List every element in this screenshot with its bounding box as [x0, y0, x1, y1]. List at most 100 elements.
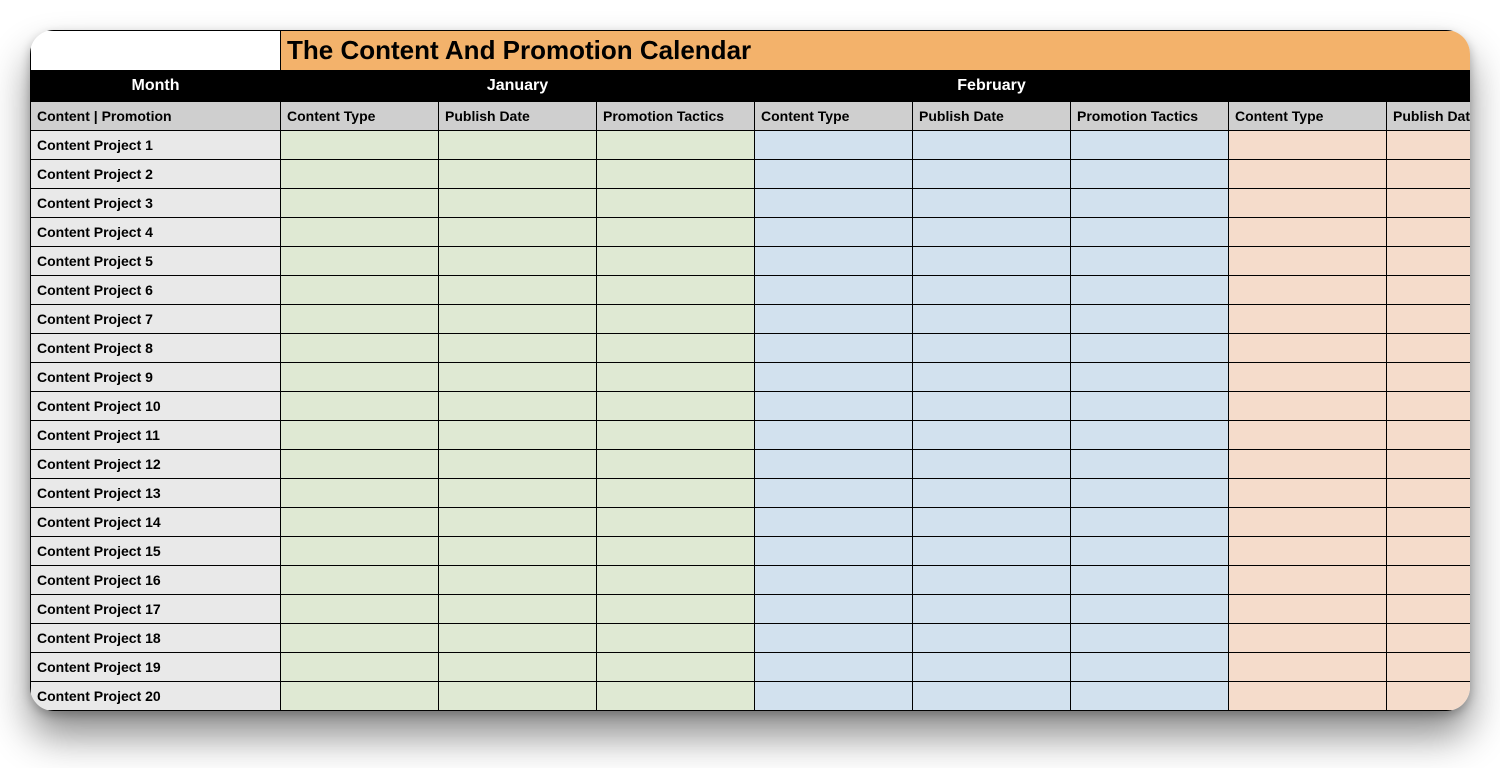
data-cell[interactable]: [597, 276, 755, 305]
data-cell[interactable]: [1229, 479, 1387, 508]
data-cell[interactable]: [281, 537, 439, 566]
data-cell[interactable]: [1229, 334, 1387, 363]
data-cell[interactable]: [913, 653, 1071, 682]
project-label[interactable]: Content Project 18: [31, 624, 281, 653]
data-cell[interactable]: [281, 363, 439, 392]
data-cell[interactable]: [1229, 305, 1387, 334]
data-cell[interactable]: [755, 508, 913, 537]
data-cell[interactable]: [1229, 566, 1387, 595]
project-label[interactable]: Content Project 20: [31, 682, 281, 711]
project-label[interactable]: Content Project 1: [31, 131, 281, 160]
data-cell[interactable]: [1229, 537, 1387, 566]
month-header-label[interactable]: Month: [31, 71, 281, 102]
data-cell[interactable]: [281, 479, 439, 508]
data-cell[interactable]: [1387, 479, 1471, 508]
data-cell[interactable]: [1071, 276, 1229, 305]
data-cell[interactable]: [439, 131, 597, 160]
data-cell[interactable]: [597, 334, 755, 363]
data-cell[interactable]: [1229, 160, 1387, 189]
subcol-m0-1[interactable]: Publish Date: [439, 102, 597, 131]
data-cell[interactable]: [439, 421, 597, 450]
project-label[interactable]: Content Project 15: [31, 537, 281, 566]
data-cell[interactable]: [1387, 160, 1471, 189]
data-cell[interactable]: [1387, 247, 1471, 276]
data-cell[interactable]: [439, 479, 597, 508]
data-cell[interactable]: [1387, 363, 1471, 392]
data-cell[interactable]: [281, 218, 439, 247]
data-cell[interactable]: [1071, 305, 1229, 334]
data-cell[interactable]: [913, 218, 1071, 247]
data-cell[interactable]: [1229, 682, 1387, 711]
data-cell[interactable]: [1071, 392, 1229, 421]
data-cell[interactable]: [913, 450, 1071, 479]
subcol-m0-2[interactable]: Promotion Tactics: [597, 102, 755, 131]
data-cell[interactable]: [439, 189, 597, 218]
project-label[interactable]: Content Project 11: [31, 421, 281, 450]
data-cell[interactable]: [597, 682, 755, 711]
data-cell[interactable]: [1071, 189, 1229, 218]
data-cell[interactable]: [913, 363, 1071, 392]
data-cell[interactable]: [281, 247, 439, 276]
data-cell[interactable]: [1071, 566, 1229, 595]
data-cell[interactable]: [1387, 334, 1471, 363]
title-blank-cell[interactable]: [31, 31, 281, 71]
data-cell[interactable]: [755, 595, 913, 624]
data-cell[interactable]: [1387, 450, 1471, 479]
project-label[interactable]: Content Project 19: [31, 653, 281, 682]
data-cell[interactable]: [1071, 131, 1229, 160]
data-cell[interactable]: [755, 653, 913, 682]
data-cell[interactable]: [913, 131, 1071, 160]
data-cell[interactable]: [439, 624, 597, 653]
data-cell[interactable]: [1229, 508, 1387, 537]
data-cell[interactable]: [281, 653, 439, 682]
data-cell[interactable]: [439, 392, 597, 421]
data-cell[interactable]: [439, 595, 597, 624]
data-cell[interactable]: [755, 160, 913, 189]
data-cell[interactable]: [281, 421, 439, 450]
data-cell[interactable]: [755, 682, 913, 711]
data-cell[interactable]: [755, 479, 913, 508]
data-cell[interactable]: [1387, 653, 1471, 682]
data-cell[interactable]: [913, 276, 1071, 305]
data-cell[interactable]: [913, 566, 1071, 595]
data-cell[interactable]: [1229, 363, 1387, 392]
data-cell[interactable]: [1071, 479, 1229, 508]
data-cell[interactable]: [597, 247, 755, 276]
data-cell[interactable]: [597, 537, 755, 566]
subcol-m0-0[interactable]: Content Type: [281, 102, 439, 131]
data-cell[interactable]: [1229, 276, 1387, 305]
data-cell[interactable]: [597, 363, 755, 392]
data-cell[interactable]: [1387, 421, 1471, 450]
data-cell[interactable]: [439, 334, 597, 363]
data-cell[interactable]: [281, 276, 439, 305]
data-cell[interactable]: [755, 189, 913, 218]
data-cell[interactable]: [281, 305, 439, 334]
data-cell[interactable]: [281, 334, 439, 363]
data-cell[interactable]: [281, 624, 439, 653]
project-label[interactable]: Content Project 13: [31, 479, 281, 508]
data-cell[interactable]: [913, 508, 1071, 537]
data-cell[interactable]: [597, 479, 755, 508]
data-cell[interactable]: [597, 305, 755, 334]
data-cell[interactable]: [913, 189, 1071, 218]
data-cell[interactable]: [755, 537, 913, 566]
data-cell[interactable]: [755, 363, 913, 392]
data-cell[interactable]: [755, 218, 913, 247]
data-cell[interactable]: [281, 131, 439, 160]
project-label[interactable]: Content Project 5: [31, 247, 281, 276]
data-cell[interactable]: [1229, 247, 1387, 276]
data-cell[interactable]: [281, 595, 439, 624]
data-cell[interactable]: [755, 421, 913, 450]
project-label[interactable]: Content Project 3: [31, 189, 281, 218]
data-cell[interactable]: [755, 566, 913, 595]
data-cell[interactable]: [913, 682, 1071, 711]
data-cell[interactable]: [913, 595, 1071, 624]
data-cell[interactable]: [439, 653, 597, 682]
data-cell[interactable]: [913, 334, 1071, 363]
data-cell[interactable]: [439, 537, 597, 566]
project-label[interactable]: Content Project 7: [31, 305, 281, 334]
data-cell[interactable]: [597, 160, 755, 189]
subcol-m1-1[interactable]: Publish Date: [913, 102, 1071, 131]
data-cell[interactable]: [1387, 624, 1471, 653]
data-cell[interactable]: [281, 682, 439, 711]
